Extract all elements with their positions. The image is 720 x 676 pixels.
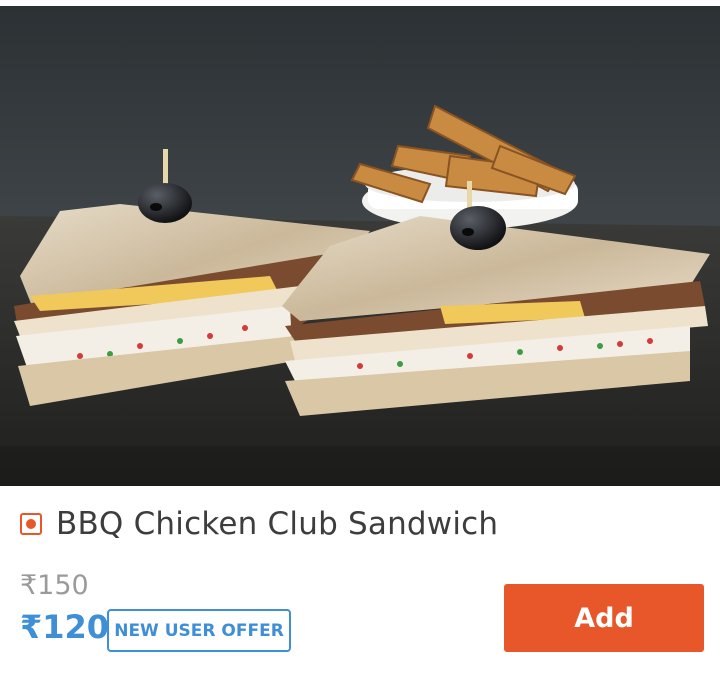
original-price: ₹150 [20, 570, 89, 601]
item-name: BBQ Chicken Club Sandwich [56, 506, 499, 542]
non-veg-indicator-icon [20, 513, 42, 535]
new-user-offer-badge: NEW USER OFFER [107, 609, 291, 652]
menu-item-card: BBQ Chicken Club Sandwich ₹150 ₹120 NEW … [0, 0, 720, 676]
add-button[interactable]: Add [504, 584, 704, 652]
item-photo [0, 6, 720, 486]
offer-price: ₹120 [20, 608, 110, 646]
item-title-row: BBQ Chicken Club Sandwich [20, 504, 498, 544]
